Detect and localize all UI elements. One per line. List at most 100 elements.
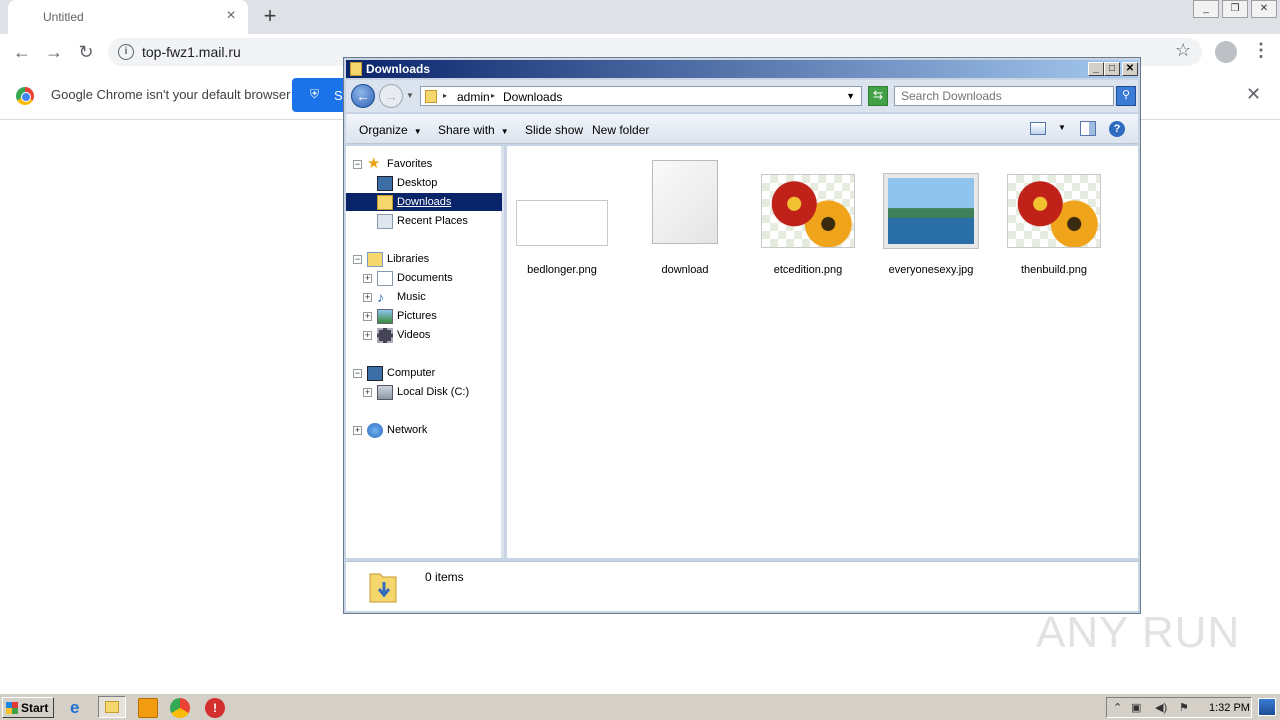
chrome-tab[interactable]: Untitled ×: [8, 0, 248, 34]
chrome-taskbar-icon[interactable]: [170, 698, 190, 718]
nav-item-recent-places[interactable]: Recent Places: [353, 213, 493, 231]
share-with-label: Share with: [438, 123, 495, 137]
explorer-forward-button[interactable]: →: [379, 84, 403, 108]
media-player-icon[interactable]: [138, 698, 158, 718]
explorer-maximize-button[interactable]: □: [1104, 62, 1120, 76]
explorer-window: Downloads _ □ ✕ ← → ▼ ▸ admin ▸ Download…: [343, 57, 1141, 614]
chevron-down-icon: ▼: [500, 127, 509, 136]
nav-label: Downloads: [395, 196, 454, 208]
view-options-dropdown-icon[interactable]: ▼: [1058, 123, 1066, 132]
file-name: thenbuild.png: [1020, 264, 1088, 276]
details-pane: 0 items: [346, 561, 1138, 611]
expand-icon[interactable]: +: [363, 293, 372, 302]
breadcrumb-chevron-icon[interactable]: ▸: [443, 91, 447, 100]
disk-drive-icon: [377, 385, 393, 400]
collapse-icon[interactable]: −: [353, 160, 362, 169]
site-info-icon[interactable]: i: [118, 44, 134, 60]
set-default-label: S: [334, 88, 343, 103]
nav-label: Videos: [397, 329, 431, 341]
expand-icon[interactable]: +: [363, 331, 372, 340]
chrome-menu-icon[interactable]: ⋮: [1252, 40, 1270, 61]
clock[interactable]: 1:32 PM: [1209, 702, 1250, 714]
explorer-taskbar-button[interactable]: [98, 696, 126, 718]
organize-menu[interactable]: Organize ▼: [359, 123, 422, 137]
new-tab-button[interactable]: +: [258, 5, 282, 29]
explorer-back-button[interactable]: ←: [351, 84, 375, 108]
desktop-icon: [377, 176, 393, 191]
breadcrumb-chevron-icon[interactable]: ▸: [491, 91, 495, 100]
watermark-logo: ANY RUN: [1036, 608, 1241, 657]
chrome-logo-icon: [16, 87, 34, 105]
breadcrumb-downloads[interactable]: Downloads: [503, 90, 562, 104]
nav-item-favorites[interactable]: − ★ Favorites: [353, 156, 493, 174]
nav-item-downloads[interactable]: Downloads: [353, 194, 493, 212]
profile-avatar-icon[interactable]: [1215, 41, 1237, 63]
back-button[interactable]: ←: [10, 41, 34, 65]
pictures-icon: [377, 309, 393, 324]
collapse-icon[interactable]: −: [353, 255, 362, 264]
start-label: Start: [21, 701, 49, 715]
expand-icon[interactable]: +: [363, 274, 372, 283]
reload-button[interactable]: ↻: [74, 41, 98, 65]
flower-image-thumbnail-icon: [761, 174, 855, 248]
nav-item-computer[interactable]: − Computer: [353, 365, 493, 383]
generic-file-icon: [652, 160, 718, 244]
recent-pages-dropdown-icon[interactable]: ▼: [406, 91, 414, 100]
address-bar[interactable]: ▸ admin ▸ Downloads ▼: [420, 86, 862, 106]
folder-icon: [350, 62, 362, 76]
nav-item-music[interactable]: + ♪ Music: [363, 289, 493, 307]
minimize-button[interactable]: _: [1193, 0, 1219, 18]
new-folder-button[interactable]: New folder: [592, 123, 649, 137]
start-button[interactable]: Start: [2, 697, 54, 718]
nav-item-pictures[interactable]: + Pictures: [363, 308, 493, 326]
address-dropdown-icon[interactable]: ▼: [846, 91, 855, 101]
share-with-menu[interactable]: Share with ▼: [438, 123, 509, 137]
system-tray: ⌃ ▣ ◀) ⚑ 1:32 PM: [1106, 697, 1252, 718]
help-icon[interactable]: ?: [1109, 121, 1125, 137]
nav-item-network[interactable]: + Network: [353, 422, 493, 440]
refresh-icon[interactable]: ⇆: [868, 86, 888, 106]
maximize-button[interactable]: ❐: [1222, 0, 1248, 18]
nav-label: Music: [397, 291, 426, 303]
nav-label: Desktop: [397, 177, 438, 189]
nav-item-libraries[interactable]: − Libraries: [353, 251, 493, 269]
internet-explorer-icon[interactable]: e: [70, 698, 90, 718]
forward-button[interactable]: →: [42, 41, 66, 65]
file-name: etcedition.png: [773, 264, 843, 276]
nav-item-desktop[interactable]: Desktop: [353, 175, 493, 193]
nav-label: Network: [387, 424, 428, 436]
show-desktop-button[interactable]: [1258, 698, 1276, 716]
window-controls: _ ❐ ✕: [1193, 0, 1280, 20]
network-icon: [367, 423, 383, 438]
nav-item-documents[interactable]: + Documents: [363, 270, 493, 288]
tab-close-icon[interactable]: ×: [222, 7, 240, 25]
close-button[interactable]: ✕: [1251, 0, 1277, 18]
explorer-titlebar[interactable]: Downloads _ □ ✕: [346, 60, 1138, 78]
show-hidden-icons-icon[interactable]: ⌃: [1113, 701, 1122, 714]
chevron-down-icon: ▼: [413, 127, 422, 136]
explorer-close-button[interactable]: ✕: [1122, 62, 1138, 76]
url-text[interactable]: top-fwz1.mail.ru: [142, 44, 241, 60]
stop-icon[interactable]: !: [205, 698, 225, 718]
change-view-icon[interactable]: [1030, 122, 1046, 135]
search-box[interactable]: [894, 86, 1114, 106]
expand-icon[interactable]: +: [353, 426, 362, 435]
expand-icon[interactable]: +: [363, 388, 372, 397]
downloads-folder-icon: [369, 573, 397, 603]
bookmark-star-icon[interactable]: ☆: [1175, 40, 1191, 61]
preview-pane-icon[interactable]: [1080, 121, 1096, 136]
action-center-flag-icon[interactable]: ⚑: [1179, 701, 1189, 714]
infobar-close-icon[interactable]: ✕: [1246, 84, 1261, 105]
search-icon[interactable]: ⚲: [1116, 86, 1136, 106]
breadcrumb-admin[interactable]: admin: [457, 90, 490, 104]
nav-item-videos[interactable]: + Videos: [363, 327, 493, 345]
collapse-icon[interactable]: −: [353, 369, 362, 378]
network-tray-icon[interactable]: ▣: [1131, 701, 1141, 714]
volume-icon[interactable]: ◀): [1155, 701, 1167, 714]
expand-icon[interactable]: +: [363, 312, 372, 321]
organize-label: Organize: [359, 123, 408, 137]
search-input[interactable]: [895, 87, 1113, 105]
nav-item-local-disk[interactable]: + Local Disk (C:): [363, 384, 493, 402]
explorer-minimize-button[interactable]: _: [1088, 62, 1104, 76]
slide-show-button[interactable]: Slide show: [525, 123, 583, 137]
